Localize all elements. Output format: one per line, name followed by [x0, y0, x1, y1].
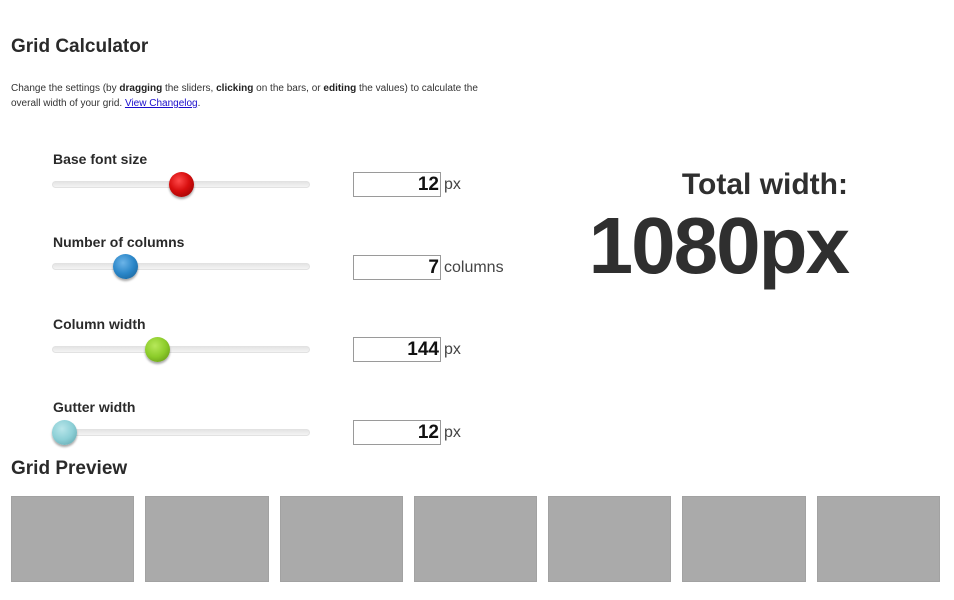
- column-width-unit: px: [444, 341, 461, 358]
- slider-track[interactable]: [52, 263, 310, 270]
- gutter-width-unit: px: [444, 424, 461, 441]
- intro-text-part: the sliders,: [162, 83, 217, 94]
- total-width-label: Total width:: [681, 168, 848, 201]
- slider-knob-blue[interactable]: [112, 254, 138, 279]
- grid-column[interactable]: [816, 496, 940, 582]
- slider-knob-teal[interactable]: [52, 420, 77, 445]
- intro-bold-dragging: dragging: [119, 83, 163, 94]
- grid-column[interactable]: [682, 496, 806, 582]
- base-font-size-slider[interactable]: [52, 172, 310, 197]
- grid-preview[interactable]: [0, 496, 954, 582]
- intro-text-part: .: [197, 98, 201, 109]
- slider-knob-green[interactable]: [145, 337, 171, 362]
- column-width-input[interactable]: [353, 337, 441, 362]
- number-of-columns-slider[interactable]: [52, 254, 310, 279]
- intro-text: Change the settings (by dragging the sli…: [11, 81, 501, 111]
- intro-bold-clicking: clicking: [216, 83, 254, 94]
- grid-column[interactable]: [11, 496, 135, 582]
- total-width-value: 1080px: [588, 201, 850, 290]
- intro-text-part: Change the settings (by: [11, 83, 120, 94]
- grid-column[interactable]: [548, 496, 672, 582]
- gutter-width-input[interactable]: [353, 420, 441, 445]
- slider-knob-red[interactable]: [168, 172, 194, 197]
- base-font-size-label: Base font size: [53, 151, 148, 167]
- number-of-columns-label: Number of columns: [53, 234, 185, 250]
- view-changelog-link[interactable]: View Changelog: [125, 98, 198, 109]
- slider-track[interactable]: [52, 429, 310, 436]
- grid-column[interactable]: [145, 496, 269, 582]
- intro-bold-editing: editing: [323, 83, 357, 94]
- grid-preview-title: Grid Preview: [11, 458, 128, 479]
- column-width-slider[interactable]: [52, 337, 310, 362]
- grid-column[interactable]: [413, 496, 538, 582]
- slider-track[interactable]: [52, 346, 310, 353]
- number-of-columns-unit: columns: [444, 259, 504, 276]
- grid-column[interactable]: [279, 496, 403, 582]
- base-font-size-input[interactable]: [353, 172, 441, 197]
- intro-text-part: on the bars, or: [253, 83, 324, 94]
- gutter-width-slider[interactable]: [52, 420, 310, 445]
- number-of-columns-input[interactable]: [353, 255, 441, 280]
- base-font-size-unit: px: [444, 176, 461, 193]
- gutter-width-label: Gutter width: [53, 399, 136, 415]
- column-width-label: Column width: [53, 316, 146, 332]
- page-title: Grid Calculator: [11, 36, 149, 57]
